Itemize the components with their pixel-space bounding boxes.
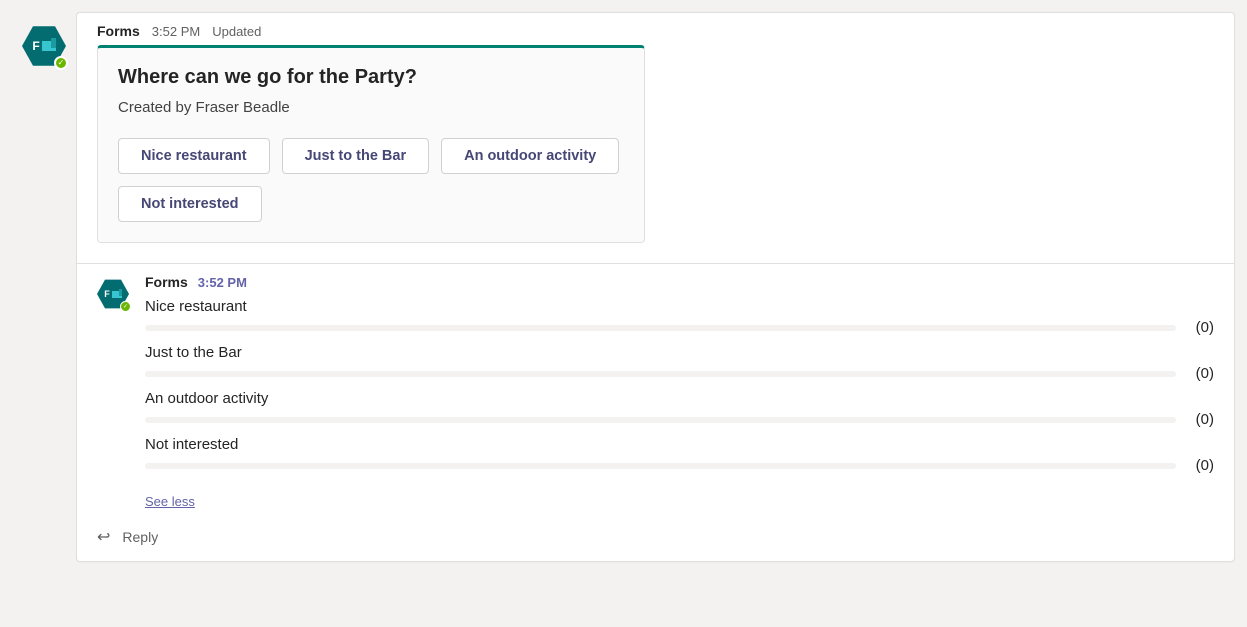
reply-arrow-icon: ↩ (97, 527, 110, 547)
poll-creator: Created by Fraser Beadle (118, 99, 624, 116)
avatar-column: F (12, 12, 76, 68)
reply-sender-name[interactable]: Forms (145, 274, 188, 290)
poll-result-count: (0) (1186, 365, 1214, 382)
poll-result-label: Not interested (145, 430, 1214, 457)
poll-result-row: An outdoor activity (0) (145, 384, 1214, 428)
poll-result-count: (0) (1186, 457, 1214, 474)
poll-card: Where can we go for the Party? Created b… (97, 45, 645, 243)
reply-input[interactable]: ↩ Reply (77, 521, 1234, 561)
poll-result-bar (145, 325, 1176, 331)
forms-app-avatar-small[interactable]: F (97, 278, 129, 310)
reply-header: Forms 3:52 PM (145, 274, 1214, 290)
poll-title: Where can we go for the Party? (118, 66, 624, 89)
poll-options: Nice restaurant Just to the Bar An outdo… (118, 138, 624, 222)
message-header: Forms 3:52 PM Updated (77, 13, 1234, 45)
presence-available-icon (54, 56, 68, 70)
reply-content: Forms 3:52 PM Nice restaurant (0) Just t… (145, 274, 1214, 521)
poll-result-label: Just to the Bar (145, 338, 1214, 365)
poll-result-row: Not interested (0) (145, 430, 1214, 474)
reply-message: F Forms 3:52 PM Nice restaurant (77, 264, 1234, 521)
poll-result-bar (145, 417, 1176, 423)
poll-result-label: Nice restaurant (145, 292, 1214, 319)
poll-result-count: (0) (1186, 411, 1214, 428)
message-time: 3:52 PM (152, 24, 200, 39)
message-status: Updated (212, 24, 261, 39)
poll-result-count: (0) (1186, 319, 1214, 336)
poll-result-label: An outdoor activity (145, 384, 1214, 411)
poll-option-an-outdoor-activity[interactable]: An outdoor activity (441, 138, 619, 174)
forms-app-avatar[interactable]: F (22, 24, 66, 68)
poll-result-row: Just to the Bar (0) (145, 338, 1214, 382)
poll-result-bar (145, 463, 1176, 469)
see-less-link[interactable]: See less (145, 494, 195, 509)
poll-result-bar (145, 371, 1176, 377)
reply-time: 3:52 PM (198, 275, 247, 290)
message-card: Forms 3:52 PM Updated Where can we go fo… (76, 12, 1235, 562)
sender-name[interactable]: Forms (97, 23, 140, 39)
poll-option-not-interested[interactable]: Not interested (118, 186, 262, 222)
poll-option-just-to-the-bar[interactable]: Just to the Bar (282, 138, 430, 174)
message-thread: F Forms 3:52 PM Updated Where can we go … (12, 12, 1235, 562)
reply-placeholder: Reply (122, 529, 158, 545)
reply-avatar-column: F (97, 274, 145, 310)
poll-result-row: Nice restaurant (0) (145, 292, 1214, 336)
poll-option-nice-restaurant[interactable]: Nice restaurant (118, 138, 270, 174)
presence-available-icon (120, 301, 131, 312)
